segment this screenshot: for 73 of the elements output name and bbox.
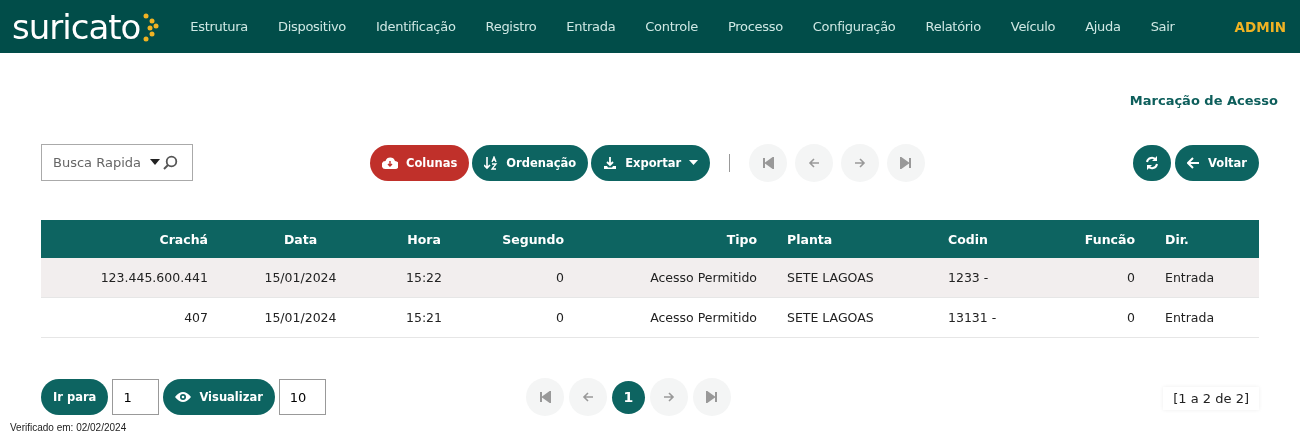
menu-item[interactable]: Identificação xyxy=(361,19,471,34)
download-icon xyxy=(603,155,618,170)
arrow-left-icon xyxy=(808,156,821,169)
column-header[interactable]: Crachá xyxy=(41,231,223,247)
arrow-right-icon xyxy=(662,391,675,403)
page-size-field[interactable]: 10 xyxy=(278,379,326,415)
table-cell-text: 15/01/2024 xyxy=(263,310,338,325)
view-button[interactable]: Visualizar xyxy=(163,379,275,415)
column-header[interactable]: Hora xyxy=(378,231,470,247)
arrow-left-icon xyxy=(581,391,594,403)
page-number-field[interactable]: 1 xyxy=(112,379,160,415)
page-button[interactable]: 1 xyxy=(611,380,645,414)
menu-item[interactable]: Entrada xyxy=(551,19,631,34)
search-icon[interactable] xyxy=(163,155,178,170)
menu-item[interactable]: Controle xyxy=(630,19,713,34)
column-header[interactable]: Dir. xyxy=(1150,231,1259,247)
user-name[interactable]: ADMIN xyxy=(1234,18,1286,35)
menu-item[interactable]: Sair xyxy=(1135,19,1190,34)
eye-icon xyxy=(175,391,192,403)
page-title: Marcação de Acesso xyxy=(1129,93,1278,110)
menu-item[interactable]: Veículo xyxy=(995,19,1071,34)
toolbar-button[interactable]: Ordenação xyxy=(472,144,589,181)
column-header[interactable]: Segundo xyxy=(470,231,579,247)
skip-last-icon xyxy=(705,391,718,403)
arrow-left-icon xyxy=(1186,156,1200,169)
caret-icon xyxy=(689,160,699,165)
table-cell-text: 15/01/2024 xyxy=(263,270,338,285)
verified-date: Verificado em: 02/02/2024 xyxy=(10,422,128,433)
menu-item[interactable]: Relatório xyxy=(910,19,996,34)
table-cell-text: 0 xyxy=(1126,310,1136,325)
table-cell-text: 407 xyxy=(183,310,209,325)
record-range: [1 a 2 de 2] xyxy=(1163,386,1259,410)
column-header[interactable]: Tipo xyxy=(579,231,772,247)
table-cell-text: Acesso Permitido xyxy=(649,310,758,325)
table-cell-text: Entrada xyxy=(1164,310,1216,325)
table-cell-text: 123.445.600.441 xyxy=(99,270,209,285)
skip-first-icon xyxy=(538,391,551,403)
dropdown-caret-icon[interactable] xyxy=(150,159,160,165)
menu-item[interactable]: Estrutura xyxy=(175,19,263,34)
refresh-icon xyxy=(1144,155,1159,170)
table-cell-text: SETE LAGOAS xyxy=(786,270,875,285)
table-cell-text: 0 xyxy=(1126,270,1136,285)
cloud-download-icon xyxy=(382,156,398,169)
toolbar-button[interactable]: Colunas xyxy=(370,144,470,181)
table-cell-text: 15:21 xyxy=(405,310,443,325)
refresh-button[interactable] xyxy=(1132,144,1171,181)
table-cell-text: SETE LAGOAS xyxy=(786,310,875,325)
column-header[interactable]: Codin xyxy=(933,231,1050,247)
table-cell-text: Acesso Permitido xyxy=(649,270,758,285)
table-cell-text: 1233 - xyxy=(947,270,990,285)
table-cell-text: 0 xyxy=(555,270,565,285)
menu-item[interactable]: Configuração xyxy=(797,19,911,34)
table-cell-text: 0 xyxy=(555,310,565,325)
logo-text[interactable]: suricato xyxy=(12,6,141,47)
logo-dots-icon xyxy=(141,11,160,42)
table-cell-text: 13131 - xyxy=(947,310,998,325)
menu-item[interactable]: Registro xyxy=(470,19,552,34)
search-field[interactable]: Busca Rapida xyxy=(41,144,193,181)
column-header[interactable]: Planta xyxy=(772,231,933,247)
menu-item[interactable]: Dispositivo xyxy=(263,19,362,34)
go-to-button[interactable]: Ir para xyxy=(41,379,109,415)
table-cell-text: 15:22 xyxy=(405,270,443,285)
sort-icon xyxy=(484,155,499,170)
skip-first-icon xyxy=(762,156,775,169)
table-cell-text: Entrada xyxy=(1164,270,1216,285)
menu-item[interactable]: Processo xyxy=(712,19,798,34)
column-header[interactable]: Funcão xyxy=(1050,231,1150,247)
menu-item[interactable]: Ajuda xyxy=(1070,19,1136,34)
toolbar-button[interactable]: Exportar xyxy=(591,144,711,181)
back-button[interactable]: Voltar xyxy=(1174,144,1259,181)
arrow-right-icon xyxy=(854,156,867,169)
column-header[interactable]: Data xyxy=(223,231,378,247)
skip-last-icon xyxy=(900,156,913,169)
